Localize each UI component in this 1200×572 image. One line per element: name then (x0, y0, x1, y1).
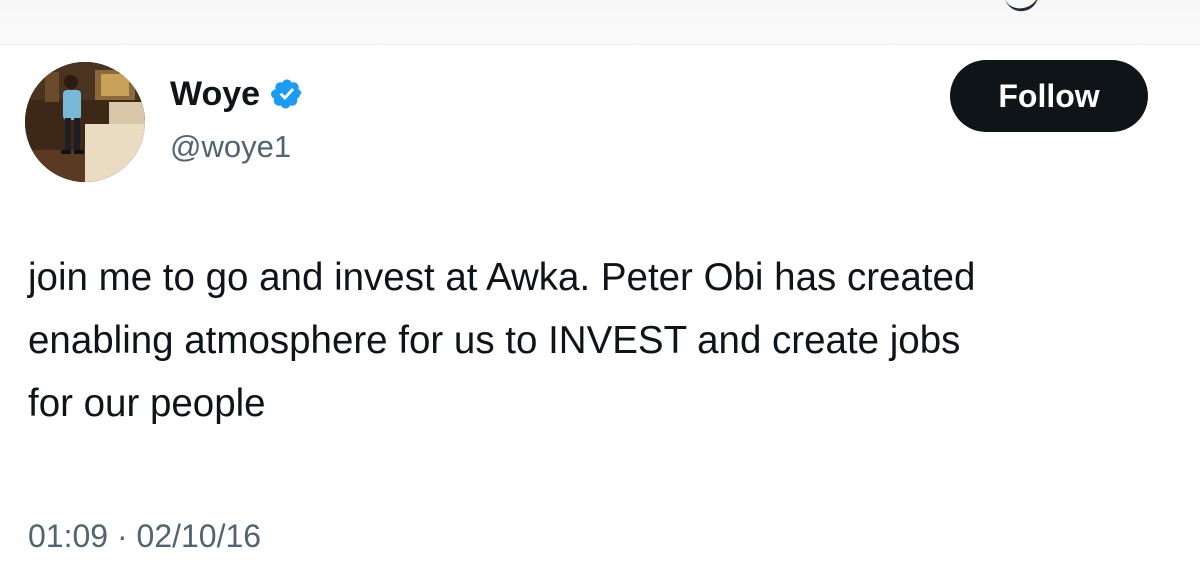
author-name[interactable]: Woye (170, 74, 304, 114)
tweet-card: Woye @woye1 Follow join me to go and inv… (0, 0, 1200, 572)
cropped-icon (1004, 0, 1042, 15)
top-strip (0, 0, 1200, 45)
tweet-date[interactable]: 02/10/16 (137, 518, 262, 554)
tweet-text: join me to go and invest at Awka. Peter … (28, 256, 976, 425)
avatar-photo (25, 62, 145, 182)
avatar[interactable] (25, 62, 145, 182)
verified-badge-icon (270, 77, 304, 111)
author-handle[interactable]: @woye1 (170, 128, 291, 166)
follow-button[interactable]: Follow (950, 60, 1148, 132)
display-name[interactable]: Woye (170, 74, 260, 114)
meta-separator: · (116, 518, 128, 554)
tweet-time[interactable]: 01:09 (28, 518, 108, 554)
tweet-timestamp[interactable]: 01:09 · 02/10/16 (28, 516, 261, 556)
